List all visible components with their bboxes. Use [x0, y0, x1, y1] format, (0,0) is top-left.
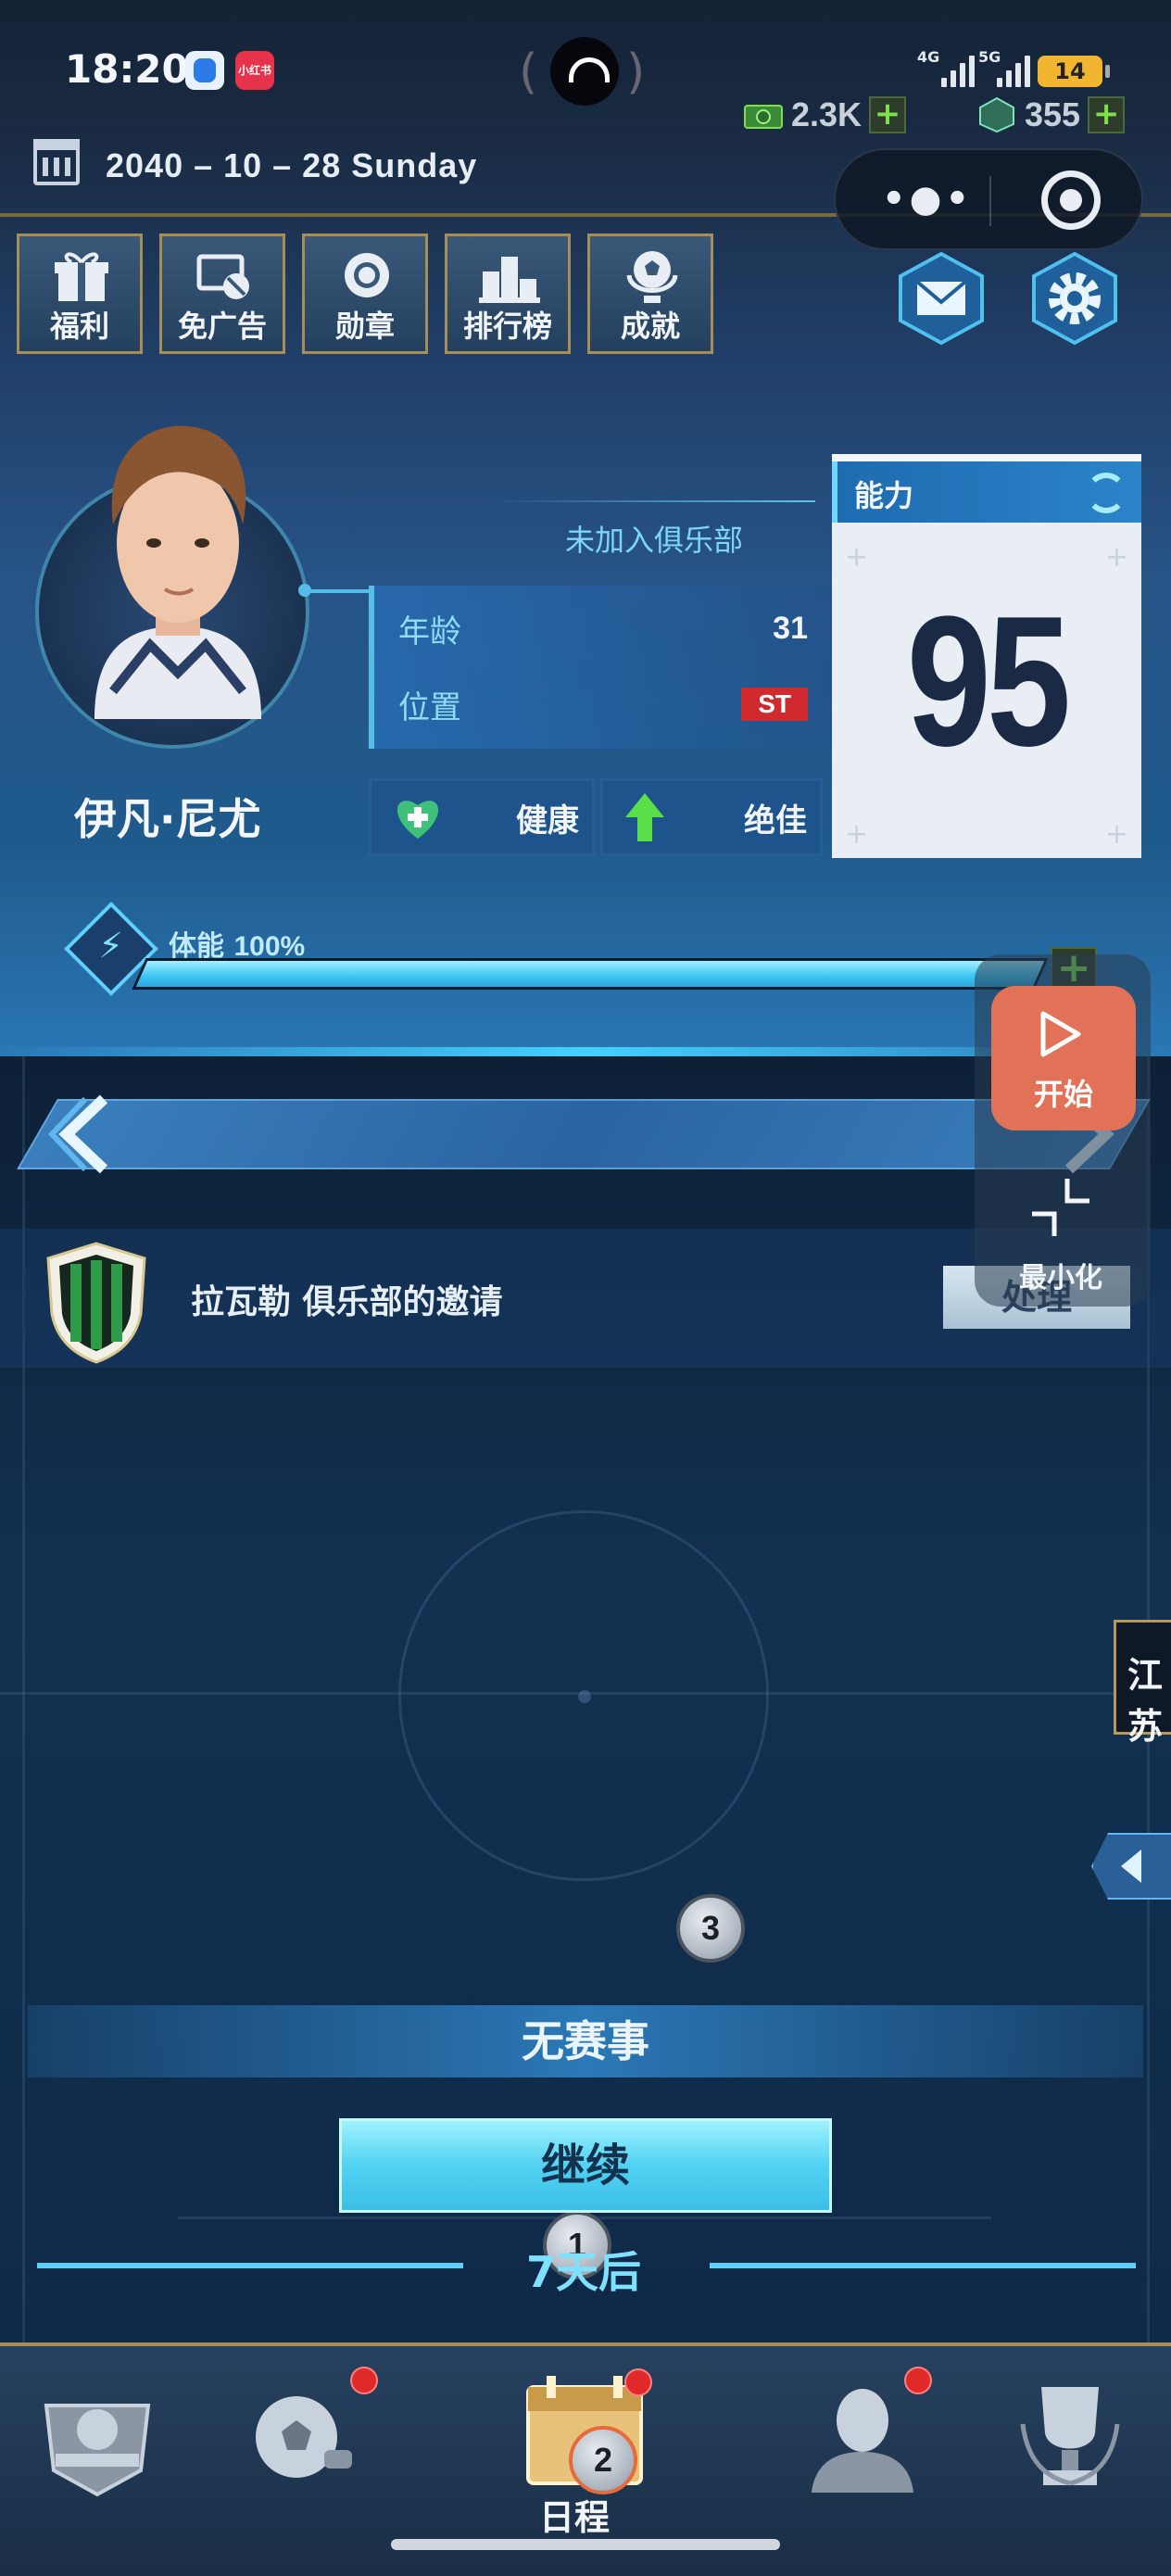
previous-arrow-icon[interactable] — [48, 1093, 122, 1175]
minimize-icon[interactable] — [1019, 1173, 1102, 1244]
status-time: 18:20 — [65, 46, 189, 92]
invitation-text: 拉瓦勒 俱乐部的邀请 — [191, 1283, 503, 1321]
game-date: 2040 – 10 – 28 Sunday — [106, 146, 478, 184]
gem-icon — [979, 96, 1014, 133]
trophy-icon — [1020, 2387, 1120, 2486]
profile-connector — [298, 584, 371, 597]
app-notification-icon — [185, 51, 224, 90]
nav-trophy-button[interactable] — [1001, 2368, 1140, 2507]
nav-schedule-notification-dot — [624, 2368, 652, 2396]
hotspot-icon — [550, 37, 619, 106]
days-after-label: 7天后 — [526, 2247, 642, 2297]
miniprogram-capsule: •●• — [834, 148, 1143, 250]
menu-medal-button[interactable]: 勋章 — [302, 234, 428, 354]
menu-achievement-button[interactable]: 成就 — [587, 234, 713, 354]
add-cash-button[interactable]: + — [869, 96, 907, 133]
player-avatar[interactable] — [76, 413, 280, 728]
age-label: 年龄 — [398, 612, 461, 650]
minimize-label[interactable]: 最小化 — [1019, 1255, 1102, 1295]
calendar-icon — [33, 139, 80, 185]
ability-header: 能力 — [832, 461, 1141, 523]
age-value: 31 — [773, 610, 808, 646]
play-icon — [1040, 1011, 1081, 1057]
cash-amount: 2.3K — [791, 95, 863, 133]
club-divider — [491, 500, 815, 502]
nav-match-notification-dot — [350, 2367, 378, 2394]
health-label: 健康 — [516, 802, 579, 840]
card-corner-mark: + — [1104, 541, 1128, 574]
player-info-panel: 年龄 31 位置 ST — [369, 586, 832, 749]
network-4g-label: 4G — [917, 48, 940, 66]
gear-icon — [1032, 251, 1117, 346]
menu-medal-label: 勋章 — [334, 309, 395, 344]
trophy-ball-icon — [626, 251, 678, 303]
signal-4g-icon — [941, 54, 975, 87]
age-row: 年龄 31 — [398, 600, 808, 656]
after-divider-left — [37, 2263, 463, 2268]
ability-label: 能力 — [854, 478, 914, 513]
podium-icon — [479, 257, 540, 303]
refresh-icon[interactable] — [1086, 473, 1127, 513]
form-up-arrow-icon — [625, 793, 664, 841]
side-league-tab[interactable]: 江苏 — [1114, 1620, 1171, 1747]
stamina-bar-fill — [135, 961, 1045, 987]
gift-icon — [55, 252, 108, 301]
cash-icon — [744, 105, 783, 129]
mail-icon — [899, 251, 984, 346]
club-status: 未加入俱乐部 — [565, 523, 744, 558]
card-corner-mark: + — [845, 818, 869, 851]
continue-button[interactable]: 继续 — [339, 2118, 832, 2213]
card-corner-mark: + — [1104, 818, 1128, 851]
club-crest-icon — [46, 1242, 146, 1364]
ability-value: 95 — [906, 578, 1072, 785]
hotspot-bracket-left: ( — [519, 44, 538, 100]
home-indicator[interactable] — [391, 2539, 780, 2550]
no-ads-icon — [196, 254, 249, 299]
menu-ranking-label: 排行榜 — [462, 309, 552, 344]
menu-welfare-label: 福利 — [49, 309, 109, 344]
gem-amount: 355 — [1025, 95, 1081, 133]
signal-5g-icon — [997, 54, 1030, 87]
medal-icon — [345, 253, 389, 297]
close-miniprogram-icon[interactable] — [1041, 170, 1101, 230]
settings-button[interactable] — [1026, 250, 1123, 347]
no-match-banner: 无赛事 — [28, 2005, 1143, 2077]
pitch-center-spot — [578, 1690, 591, 1703]
add-gems-button[interactable]: + — [1088, 96, 1126, 133]
menu-no-ads-label: 免广告 — [177, 309, 267, 344]
menu-ranking-button[interactable]: 排行榜 — [445, 234, 571, 354]
xiaohongshu-icon: 小红书 — [235, 51, 274, 90]
guide-step-badge[interactable]: 3 — [676, 1894, 745, 1963]
capsule-separator — [989, 176, 991, 226]
player-name: 伊凡·尼尤 — [74, 794, 261, 844]
more-options-icon[interactable]: •●• — [882, 181, 973, 218]
menu-achievement-label: 成就 — [620, 309, 680, 344]
nav-player-notification-dot — [904, 2367, 932, 2394]
nav-club-button[interactable] — [28, 2368, 167, 2507]
expand-side-arrow-icon[interactable] — [1091, 1833, 1171, 1900]
card-corner-mark: + — [845, 541, 869, 574]
menu-welfare-button[interactable]: 福利 — [17, 234, 143, 354]
guide-step-badge[interactable]: 2 — [569, 2426, 637, 2494]
hotspot-bracket-right: ) — [626, 44, 646, 100]
position-row: 位置 ST — [398, 676, 808, 732]
form-status: 绝佳 — [600, 778, 823, 856]
mail-button[interactable] — [893, 250, 989, 347]
position-badge: ST — [741, 688, 808, 721]
nav-schedule-label: 日程 — [539, 2497, 611, 2538]
ability-card: 能力 + + + + 95 — [832, 454, 1141, 858]
position-label: 位置 — [398, 688, 461, 726]
battery-indicator: 14 — [1038, 56, 1110, 87]
after-divider-right — [710, 2263, 1136, 2268]
stamina-bar — [132, 958, 1049, 990]
gem-currency: 355 + — [976, 91, 1126, 139]
club-shield-icon — [44, 2404, 151, 2497]
health-heart-icon — [397, 801, 439, 839]
form-label: 绝佳 — [744, 802, 807, 840]
cash-currency: 2.3K + — [743, 91, 907, 139]
start-label: 开始 — [1033, 1077, 1093, 1112]
menu-no-ads-button[interactable]: 免广告 — [159, 234, 285, 354]
health-status: 健康 — [369, 778, 595, 856]
start-button[interactable]: 开始 — [991, 986, 1136, 1130]
